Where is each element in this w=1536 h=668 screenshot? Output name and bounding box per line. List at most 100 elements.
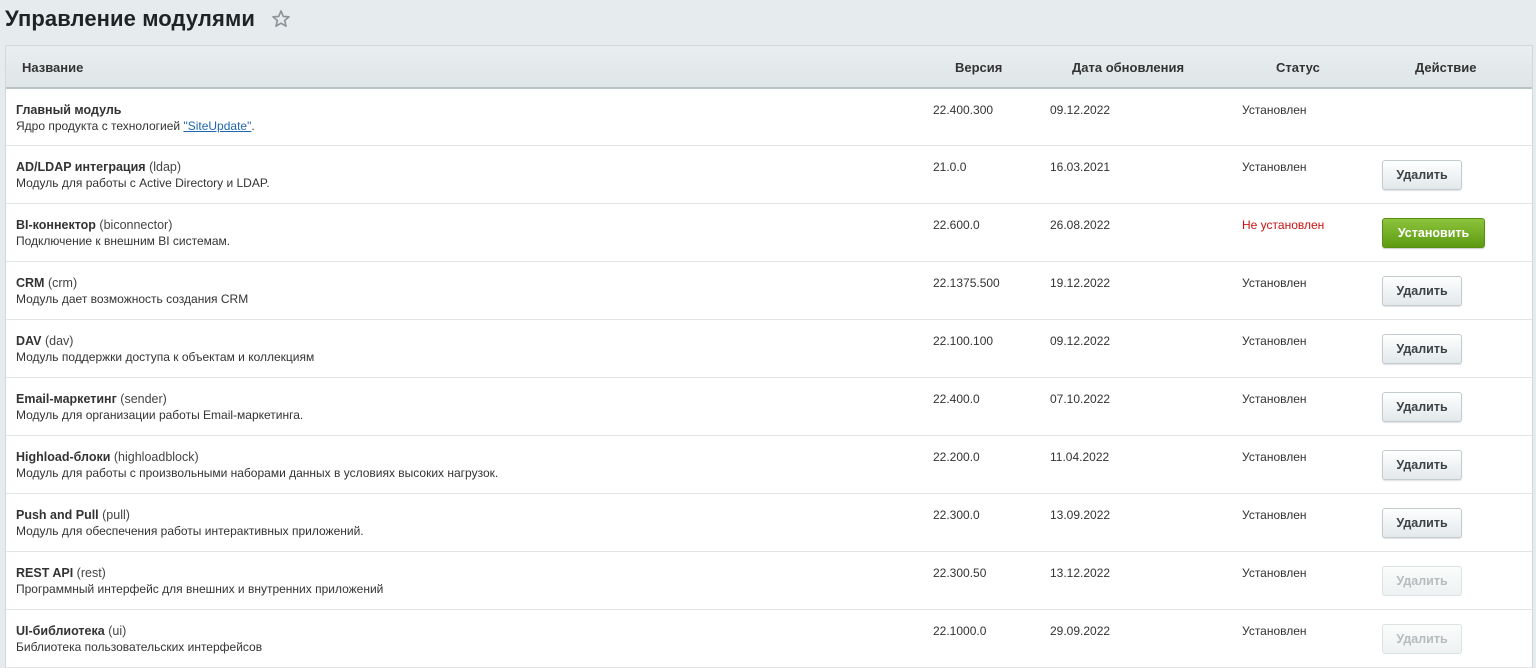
table-row: Highload-блоки (highloadblock) Модуль дл… <box>6 436 1532 494</box>
column-header-version[interactable]: Версия <box>955 60 1002 75</box>
module-code: (highloadblock) <box>113 450 199 464</box>
table-body: Главный модуль Ядро продукта с технологи… <box>6 89 1532 668</box>
module-date: 26.08.2022 <box>1050 218 1111 232</box>
description-tail: . <box>251 119 255 133</box>
module-status: Установлен <box>1242 508 1307 522</box>
module-version: 22.300.50 <box>933 566 987 580</box>
table-row: DAV (dav) Модуль поддержки доступа к объ… <box>6 320 1532 378</box>
page-title: Управление модулями <box>5 6 255 31</box>
module-code: (pull) <box>102 508 130 522</box>
table-row: Email-маркетинг (sender) Модуль для орга… <box>6 378 1532 436</box>
delete-button[interactable]: Удалить <box>1382 160 1462 190</box>
table-row: AD/LDAP интеграция (ldap) Модуль для раб… <box>6 146 1532 204</box>
module-description: Модуль для работы с произвольными набора… <box>16 466 499 480</box>
module-description: Библиотека пользовательских интерфейсов <box>16 640 263 654</box>
module-title: Push and Pull <box>16 508 99 522</box>
module-title: CRM <box>16 276 45 290</box>
delete-button[interactable]: Удалить <box>1382 392 1462 422</box>
module-status: Установлен <box>1242 276 1307 290</box>
module-date: 09.12.2022 <box>1050 334 1111 348</box>
module-code: (crm) <box>47 276 78 290</box>
delete-button[interactable]: Удалить <box>1382 450 1462 480</box>
module-version: 21.0.0 <box>933 160 967 174</box>
module-title: Highload-блоки <box>16 450 111 464</box>
table-header: Название Версия Дата обновления Статус Д… <box>6 46 1532 89</box>
module-status: Установлен <box>1242 450 1307 464</box>
module-version: 22.400.0 <box>933 392 980 406</box>
module-date: 29.09.2022 <box>1050 624 1111 638</box>
star-icon[interactable] <box>271 9 291 29</box>
module-date: 16.03.2021 <box>1050 160 1111 174</box>
module-description: Модуль для организации работы Email-марк… <box>16 408 304 422</box>
module-status: Установлен <box>1242 392 1307 406</box>
module-description: Программный интерфейс для внешних и внут… <box>16 582 384 596</box>
module-name: Email-маркетинг (sender) <box>16 392 167 406</box>
module-title: Главный модуль <box>16 103 122 117</box>
modules-table: Название Версия Дата обновления Статус Д… <box>5 45 1533 668</box>
column-header-date[interactable]: Дата обновления <box>1072 60 1184 75</box>
module-title: AD/LDAP интеграция <box>16 160 146 174</box>
module-name: REST API (rest) <box>16 566 106 580</box>
module-name: Главный модуль <box>16 103 121 117</box>
module-status: Установлен <box>1242 334 1307 348</box>
install-button[interactable]: Установить <box>1382 218 1485 248</box>
table-row: Главный модуль Ядро продукта с технологи… <box>6 89 1532 146</box>
module-description: Модуль для обеспечения работы интерактив… <box>16 524 364 538</box>
module-title: UI-библиотека <box>16 624 105 638</box>
module-version: 22.600.0 <box>933 218 980 232</box>
module-description: Модуль для работы с Active Directory и L… <box>16 176 270 190</box>
module-version: 22.400.300 <box>933 103 994 117</box>
module-version: 22.1000.0 <box>933 624 987 638</box>
table-row: REST API (rest) Программный интерфейс дл… <box>6 552 1532 610</box>
column-header-action: Действие <box>1415 60 1477 75</box>
module-code: (dav) <box>44 334 74 348</box>
module-description: Модуль дает возможность создания CRM <box>16 292 249 306</box>
delete-button-disabled: Удалить <box>1382 624 1462 654</box>
column-header-status[interactable]: Статус <box>1276 60 1320 75</box>
delete-button[interactable]: Удалить <box>1382 276 1462 306</box>
siteupdate-link[interactable]: "SiteUpdate" <box>183 119 251 133</box>
module-title: REST API <box>16 566 74 580</box>
module-name: DAV (dav) <box>16 334 73 348</box>
module-title: BI-коннектор <box>16 218 96 232</box>
module-version: 22.100.100 <box>933 334 994 348</box>
table-row: UI-библиотека (ui) Библиотека пользовате… <box>6 610 1532 668</box>
table-row: BI-коннектор (biconnector) Подключение к… <box>6 204 1532 262</box>
module-date: 13.12.2022 <box>1050 566 1111 580</box>
module-date: 13.09.2022 <box>1050 508 1111 522</box>
module-code: (rest) <box>76 566 106 580</box>
module-name: Push and Pull (pull) <box>16 508 130 522</box>
module-date: 07.10.2022 <box>1050 392 1111 406</box>
delete-button[interactable]: Удалить <box>1382 508 1462 538</box>
module-code: (ui) <box>108 624 127 638</box>
module-name: Highload-блоки (highloadblock) <box>16 450 199 464</box>
module-title: DAV <box>16 334 42 348</box>
module-version: 22.300.0 <box>933 508 980 522</box>
table-row: CRM (crm) Модуль дает возможность создан… <box>6 262 1532 320</box>
module-status: Установлен <box>1242 160 1307 174</box>
table-row: Push and Pull (pull) Модуль для обеспече… <box>6 494 1532 552</box>
module-status: Установлен <box>1242 624 1307 638</box>
page-header: Управление модулями <box>5 5 291 33</box>
module-description: Подключение к внешним BI системам. <box>16 234 231 248</box>
module-code: (biconnector) <box>99 218 173 232</box>
module-title: Email-маркетинг <box>16 392 117 406</box>
module-status-not-installed: Не установлен <box>1242 218 1325 232</box>
delete-button-disabled: Удалить <box>1382 566 1462 596</box>
column-header-name[interactable]: Название <box>22 60 83 75</box>
module-code: (sender) <box>120 392 167 406</box>
module-date: 11.04.2022 <box>1050 450 1110 464</box>
delete-button[interactable]: Удалить <box>1382 334 1462 364</box>
module-name: CRM (crm) <box>16 276 77 290</box>
module-name: AD/LDAP интеграция (ldap) <box>16 160 181 174</box>
module-date: 19.12.2022 <box>1050 276 1111 290</box>
module-description: Ядро продукта с технологией "SiteUpdate"… <box>16 119 255 133</box>
module-version: 22.200.0 <box>933 450 980 464</box>
module-version: 22.1375.500 <box>933 276 1000 290</box>
module-status: Установлен <box>1242 566 1307 580</box>
module-name: BI-коннектор (biconnector) <box>16 218 172 232</box>
module-status: Установлен <box>1242 103 1307 117</box>
module-description: Модуль поддержки доступа к объектам и ко… <box>16 350 315 364</box>
module-code: (ldap) <box>149 160 182 174</box>
module-name: UI-библиотека (ui) <box>16 624 126 638</box>
